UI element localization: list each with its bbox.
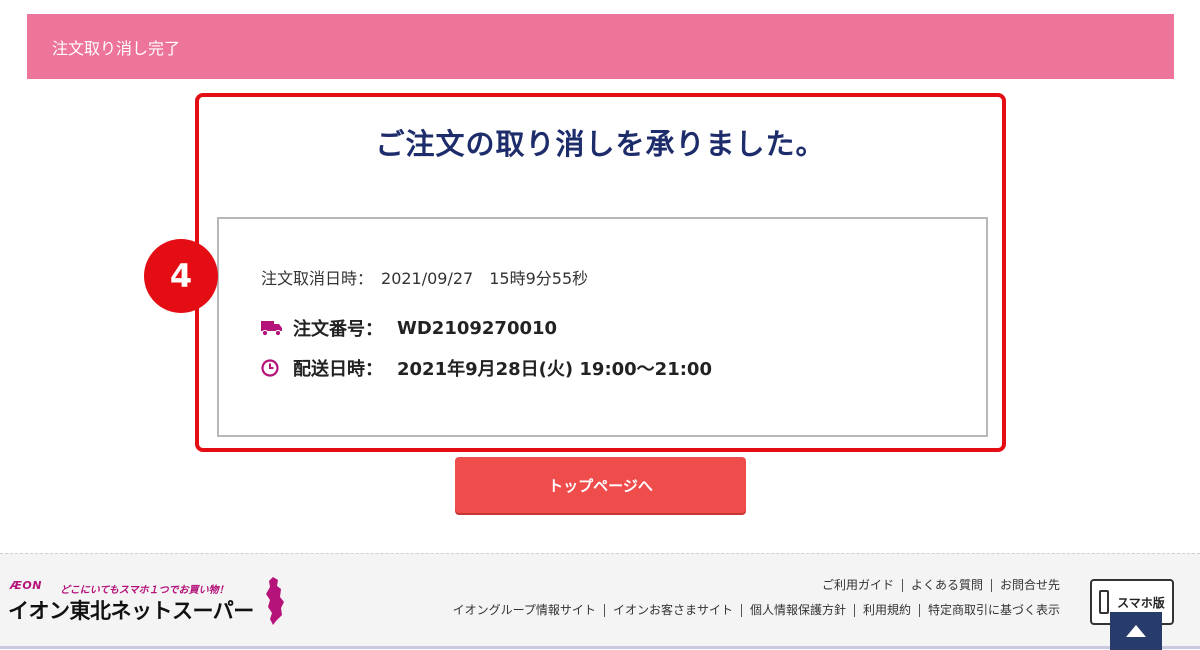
footer-link-privacy[interactable]: 個人情報保護方針: [740, 604, 854, 617]
delivery-datetime-row: 配送日時： 2021年9月28日(火) 19:00～21:00: [261, 355, 712, 381]
smartphone-version-label: スマホ版: [1117, 595, 1165, 610]
footer-link-guide[interactable]: ご利用ガイド: [814, 579, 902, 592]
aeon-brand-mark: ÆON: [10, 579, 42, 592]
page-header-title: 注文取り消し完了: [52, 39, 181, 58]
delivery-datetime-label: 配送日時：: [293, 359, 383, 380]
cancel-datetime-line: 注文取消日時： 2021/09/27 15時9分55秒: [261, 265, 588, 289]
delivery-datetime-value: 2021年9月28日(火) 19:00～21:00: [397, 359, 712, 380]
confirmation-heading: ご注文の取り消しを承りました。: [375, 127, 826, 161]
clock-icon: [261, 358, 285, 378]
cancel-datetime-value: 2021/09/27 15時9分55秒: [381, 269, 589, 288]
smartphone-icon: [1099, 590, 1110, 614]
top-page-button[interactable]: トップページへ: [455, 457, 746, 513]
logo-site-name: イオン東北ネットスーパー: [8, 599, 254, 623]
site-footer: ÆON どこにいてもスマホ１つでお買い物！ イオン東北ネットスーパー ご利用ガイ…: [0, 553, 1200, 650]
order-number-label: 注文番号：: [293, 319, 383, 340]
page-header-bar: 注文取り消し完了: [27, 14, 1174, 79]
footer-links-primary: ご利用ガイド よくある質問 お問合せ先: [814, 579, 1060, 592]
footer-link-customer-site[interactable]: イオンお客さまサイト: [603, 604, 741, 617]
logo-tagline: どこにいてもスマホ１つでお買い物！: [60, 585, 229, 596]
page-top-button[interactable]: [1110, 612, 1162, 650]
footer-link-terms[interactable]: 利用規約: [853, 604, 919, 617]
confirmation-panel: ご注文の取り消しを承りました。 注文取消日時： 2021/09/27 15時9分5…: [195, 93, 1006, 452]
footer-link-commerce-law[interactable]: 特定商取引に基づく表示: [918, 604, 1060, 617]
order-number-value: WD2109270010: [397, 317, 558, 339]
step-number-badge: 4: [144, 239, 218, 313]
aeon-tohoku-logo[interactable]: ÆON どこにいてもスマホ１つでお買い物！ イオン東北ネットスーパー: [8, 577, 298, 649]
footer-link-group-info[interactable]: イオングループ情報サイト: [445, 604, 604, 617]
footer-link-faq[interactable]: よくある質問: [901, 579, 991, 592]
order-info-box: 注文取消日時： 2021/09/27 15時9分55秒 注文番号： WD21092…: [217, 217, 988, 437]
truck-icon: [261, 318, 285, 338]
cancel-datetime-label: 注文取消日時：: [261, 269, 374, 288]
tohoku-region-icon: [266, 577, 284, 625]
footer-link-contact[interactable]: お問合せ先: [990, 579, 1060, 592]
footer-links-secondary: イオングループ情報サイト イオンお客さまサイト 個人情報保護方針 利用規約 特定…: [445, 604, 1060, 617]
order-number-row: 注文番号： WD2109270010: [261, 315, 557, 341]
arrow-up-icon: [1126, 625, 1146, 637]
